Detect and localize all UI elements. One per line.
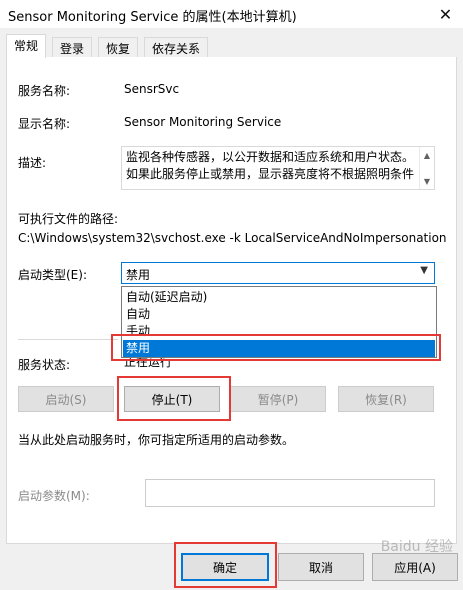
start-params-hint: 当从此处启动服务时，你可指定所适用的启动参数。	[18, 433, 295, 447]
description-label: 描述:	[18, 156, 47, 170]
startup-option-auto-delayed[interactable]: 自动(延迟启动)	[123, 289, 435, 306]
startup-option-auto[interactable]: 自动	[123, 306, 435, 323]
description-text: 监视各种传感器，以公开数据和适应系统和用户状态。如果此服务停止或禁用，显示器亮度…	[126, 150, 415, 181]
startup-type-dropdown: 自动(延迟启动) 自动 手动 禁用	[121, 286, 437, 358]
tab-recovery[interactable]: 恢复	[98, 37, 139, 58]
scroll-up-icon[interactable]: ▲	[420, 148, 434, 162]
watermark-logo: Baidu 经验	[380, 539, 453, 555]
pause-service-button[interactable]: 暂停(P)	[230, 386, 326, 412]
tab-dependencies[interactable]: 依存关系	[144, 37, 209, 58]
scroll-down-icon[interactable]: ▼	[420, 174, 434, 188]
apply-button[interactable]: 应用(A)	[372, 553, 458, 581]
description-scrollbar[interactable]: ▲ ▼	[419, 147, 434, 189]
startup-type-value: 禁用	[126, 268, 151, 282]
stop-service-button[interactable]: 停止(T)	[124, 386, 220, 412]
start-params-label: 启动参数(M):	[18, 489, 90, 503]
startup-option-manual[interactable]: 手动	[123, 323, 435, 340]
description-box[interactable]: 监视各种传感器，以公开数据和适应系统和用户状态。如果此服务停止或禁用，显示器亮度…	[121, 146, 435, 190]
start-service-button[interactable]: 启动(S)	[18, 386, 114, 412]
startup-type-label: 启动类型(E):	[18, 268, 87, 282]
ok-button[interactable]: 确定	[181, 553, 269, 581]
cancel-button[interactable]: 取消	[278, 553, 364, 581]
close-icon[interactable]: ✕	[428, 0, 463, 28]
exe-path-value: C:\Windows\system32\svchost.exe -k Local…	[18, 231, 447, 245]
window-title: Sensor Monitoring Service 的属性(本地计算机)	[8, 10, 297, 25]
startup-type-select[interactable]: 禁用 ▼	[121, 262, 435, 284]
section-divider	[18, 339, 118, 340]
service-name-value: SensrSvc	[124, 82, 180, 96]
exe-path-label: 可执行文件的路径:	[18, 212, 119, 226]
chevron-down-icon: ▼	[420, 265, 428, 276]
startup-option-disabled[interactable]: 禁用	[123, 340, 435, 357]
tab-general[interactable]: 常规	[6, 34, 47, 58]
title-bar: Sensor Monitoring Service 的属性(本地计算机) ✕	[0, 0, 463, 28]
service-name-label: 服务名称:	[18, 84, 71, 98]
tab-logon[interactable]: 登录	[52, 37, 93, 58]
resume-service-button[interactable]: 恢复(R)	[338, 386, 434, 412]
display-name-label: 显示名称:	[18, 117, 71, 131]
service-status-label: 服务状态:	[18, 358, 71, 372]
start-params-input[interactable]	[145, 479, 435, 507]
display-name-value: Sensor Monitoring Service	[124, 115, 282, 129]
